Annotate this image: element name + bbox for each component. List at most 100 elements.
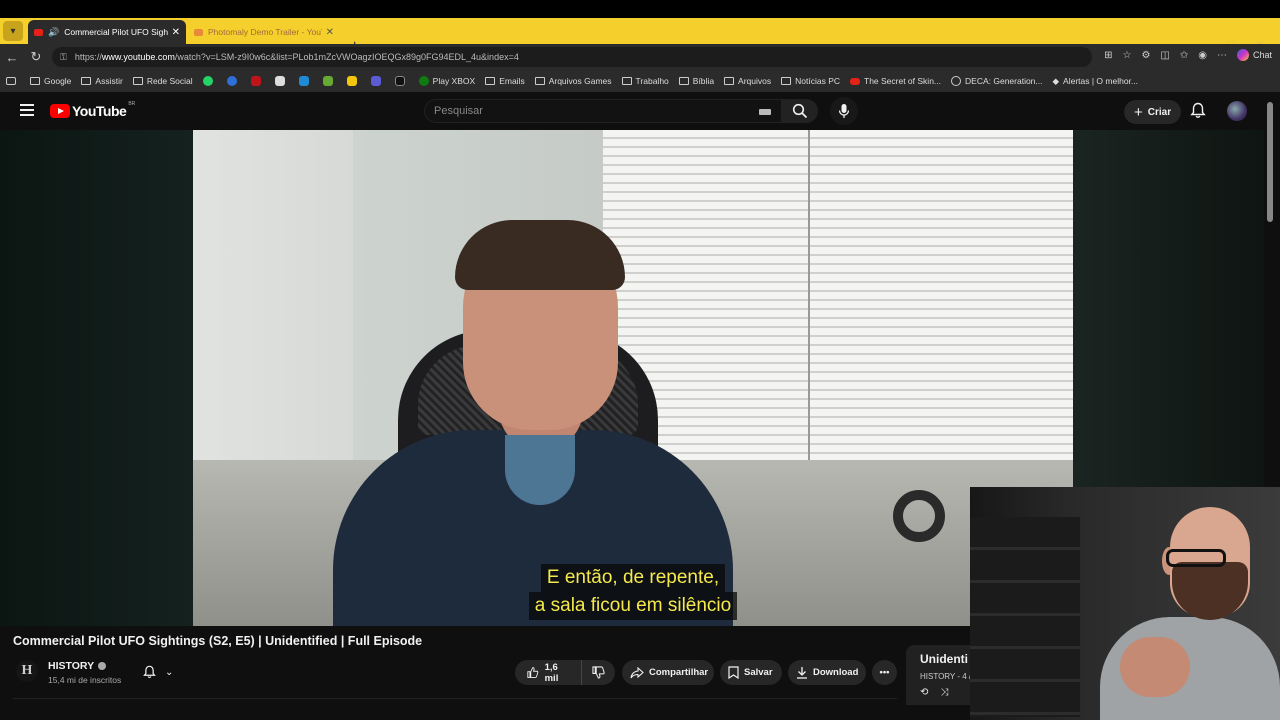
video-captions: E então, de repente, a sala ficou em sil… (193, 564, 1073, 620)
microphone-icon (838, 104, 850, 118)
bookmark-media[interactable] (226, 76, 241, 86)
chevron-down-icon: ⌄ (164, 666, 174, 678)
caption-line-1: E então, de repente, (540, 564, 726, 592)
channel-avatar[interactable]: H (16, 660, 38, 682)
account-avatar[interactable] (1227, 101, 1247, 121)
thumbs-up-icon (527, 667, 539, 678)
sidebar-toggle-icon[interactable] (6, 77, 20, 85)
reload-icon[interactable]: ↻ (24, 49, 48, 65)
bookmark-gray[interactable] (274, 76, 289, 86)
back-icon[interactable]: ← (0, 50, 24, 65)
bookmark-play-xbox[interactable]: Play XBOX (418, 76, 476, 86)
favorite-star-icon[interactable]: ☆ (1122, 50, 1131, 61)
bookmark-label: Google (44, 76, 72, 86)
search-input[interactable] (434, 105, 734, 117)
video-scene-cord (808, 130, 810, 490)
bookmark-s[interactable] (394, 76, 409, 86)
bookmark-rede-social[interactable]: Rede Social (132, 76, 193, 86)
bookmark-arquivos-games[interactable]: Arquivos Games (534, 76, 612, 86)
thumbs-down-icon (592, 666, 605, 679)
section-divider (13, 698, 897, 699)
like-count: 1,6 mil (544, 661, 559, 684)
notifications-button[interactable] (1190, 102, 1206, 124)
folder-icon (132, 77, 143, 85)
tab-active[interactable]: 🔊 Commercial Pilot UFO Sightin ✕ (28, 20, 186, 44)
bookmark-label: Alertas | O melhor... (1063, 76, 1139, 86)
tab-actions-menu-icon[interactable]: ▾ (3, 21, 23, 41)
share-button[interactable]: Compartilhar (622, 660, 714, 685)
channel-name-row[interactable]: HISTORY (48, 660, 107, 672)
loop-icon[interactable]: ⟲ (920, 687, 928, 698)
folder-icon (678, 77, 689, 85)
app-icon (346, 76, 357, 86)
bookmark-purple[interactable] (370, 76, 385, 86)
chat-label: Chat (1252, 50, 1272, 60)
playlist-panel[interactable]: Unidenti HISTORY - 4 / ⟲ ⤨ (906, 645, 970, 705)
bookmark-green[interactable] (322, 76, 337, 86)
webcam-scene-glasses (1166, 549, 1226, 567)
video-scene-person-collar (505, 435, 575, 505)
bell-icon (142, 665, 156, 678)
bookmark-noticias-pc[interactable]: Notícias PC (781, 76, 840, 86)
scrollbar-thumb[interactable] (1267, 102, 1273, 222)
video-scene-blinds (603, 130, 1073, 470)
download-icon (797, 667, 807, 679)
url-prefix: https:// (74, 52, 102, 62)
more-actions-button[interactable]: ••• (872, 660, 897, 685)
youtube-favicon-icon (34, 28, 43, 36)
bookmark-emails[interactable]: Emails (485, 76, 525, 86)
video-player[interactable]: E então, de repente, a sala ficou em sil… (193, 130, 1073, 626)
bookmark-deca[interactable]: DECA: Generation... (951, 76, 1043, 86)
bookmark-alertas[interactable]: ◆ Alertas | O melhor... (1053, 76, 1139, 87)
tab-inactive[interactable]: Photomaly Demo Trailer - YouTube ✕ (188, 20, 340, 44)
create-button[interactable]: + Criar (1124, 100, 1182, 124)
extensions-icon[interactable]: ⚙ (1141, 50, 1150, 61)
bookmark-whatsapp[interactable] (202, 76, 217, 86)
bookmark-assistir[interactable]: Assistir (81, 76, 123, 86)
menu-icon[interactable] (20, 104, 34, 116)
bookmark-red[interactable] (250, 76, 265, 86)
bookmark-label: Play XBOX (432, 76, 476, 86)
favorites-icon[interactable]: ✩ (1180, 50, 1188, 61)
close-tab-icon[interactable]: ✕ (326, 27, 334, 38)
subscription-notifications-button[interactable]: ⌄ (132, 660, 184, 684)
webcam-scene-beard (1172, 562, 1248, 620)
like-button[interactable]: 1,6 mil (515, 660, 582, 685)
playlist-title[interactable]: Unidenti (920, 652, 968, 666)
bookmark-yellow[interactable] (346, 76, 361, 86)
speaker-icon[interactable]: 🔊 (48, 27, 59, 38)
copilot-chat-button[interactable]: Chat (1236, 49, 1272, 61)
more-icon[interactable]: ⋯ (1217, 50, 1227, 61)
bookmark-arquivos[interactable]: Arquivos (724, 76, 771, 86)
bookmark-google[interactable]: Google (30, 76, 71, 86)
url-domain: www.youtube.com (101, 52, 175, 62)
webcam-overlay (970, 487, 1280, 720)
save-button[interactable]: Salvar (720, 660, 782, 685)
youtube-logo[interactable]: YouTube BR (50, 101, 135, 119)
bookmark-blue[interactable] (298, 76, 313, 86)
bookmark-label: Arquivos (738, 76, 772, 86)
bookmark-icon (728, 666, 739, 679)
dislike-button[interactable] (582, 660, 615, 685)
close-tab-icon[interactable]: ✕ (172, 27, 180, 38)
download-button[interactable]: Download (788, 660, 866, 685)
shuffle-icon[interactable]: ⤨ (940, 687, 948, 698)
voice-search-button[interactable] (830, 97, 858, 125)
bookmark-label: Assistir (95, 76, 123, 86)
url-field[interactable]: ⚿ https://www.youtube.com/watch?v=LSM-z9… (52, 47, 1092, 67)
split-screen-icon[interactable]: ◫ (1160, 50, 1169, 61)
search-button[interactable] (782, 99, 818, 123)
bookmark-biblia[interactable]: Bíblia (678, 76, 714, 86)
profile-icon[interactable]: ◉ (1198, 50, 1207, 61)
bookmark-label: Notícias PC (795, 76, 840, 86)
bookmark-trabalho[interactable]: Trabalho (621, 76, 669, 86)
keyboard-icon[interactable] (759, 109, 771, 115)
play-icon (226, 76, 237, 86)
channel-name[interactable]: HISTORY (48, 660, 94, 672)
folder-icon (621, 77, 632, 85)
bookmark-secret-of-skin[interactable]: The Secret of Skin... (850, 76, 941, 86)
app-available-icon[interactable]: ⊞ (1104, 50, 1112, 61)
youtube-favicon-icon (194, 28, 203, 36)
youtube-play-icon (50, 104, 70, 118)
site-info-icon[interactable]: ⚿ (60, 52, 67, 63)
